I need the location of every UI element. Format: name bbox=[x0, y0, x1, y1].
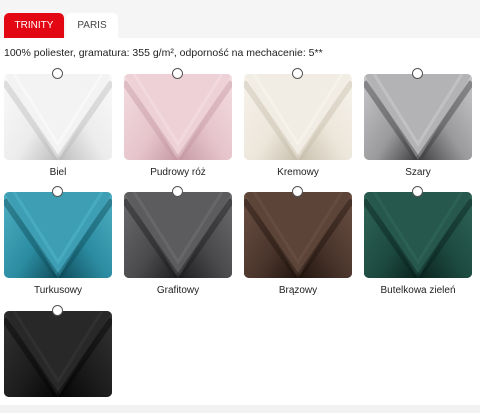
fabric-label: Brązowy bbox=[278, 285, 318, 296]
fabric-radio[interactable] bbox=[52, 305, 63, 316]
fabric-label: Turkusowy bbox=[34, 285, 82, 296]
fabric-label: Kremowy bbox=[277, 167, 319, 178]
fabric-radio[interactable] bbox=[52, 68, 63, 79]
fabric-label: Grafitowy bbox=[156, 285, 200, 296]
fabric-radio[interactable] bbox=[412, 186, 423, 197]
fabric-swatch[interactable] bbox=[364, 74, 472, 160]
fabric-swatch[interactable] bbox=[4, 74, 112, 160]
fabric-description: 100% poliester, gramatura: 355 g/m², odp… bbox=[4, 47, 323, 59]
fabric-swatch[interactable] bbox=[4, 311, 112, 397]
bottom-divider bbox=[0, 405, 480, 413]
fabric-swatch[interactable] bbox=[124, 74, 232, 160]
fabric-radio[interactable] bbox=[172, 186, 183, 197]
fabric-radio[interactable] bbox=[52, 186, 63, 197]
fabric-radio[interactable] bbox=[292, 68, 303, 79]
fabric-radio[interactable] bbox=[172, 68, 183, 79]
tab-bar: TRINITY PARIS bbox=[0, 0, 480, 38]
fabric-radio[interactable] bbox=[292, 186, 303, 197]
tab-paris[interactable]: PARIS bbox=[66, 13, 118, 38]
fabric-label: Szary bbox=[405, 167, 431, 178]
tab-trinity[interactable]: TRINITY bbox=[4, 13, 64, 38]
fabric-swatch[interactable] bbox=[244, 74, 352, 160]
fabric-radio[interactable] bbox=[412, 68, 423, 79]
fabric-label: Pudrowy róż bbox=[150, 167, 206, 178]
fabric-label: Biel bbox=[49, 167, 67, 178]
fabric-label: Butelkowa zieleń bbox=[380, 285, 456, 296]
fabric-swatch[interactable] bbox=[364, 192, 472, 278]
fabric-swatch[interactable] bbox=[244, 192, 352, 278]
fabric-swatch[interactable] bbox=[4, 192, 112, 278]
fabric-swatch[interactable] bbox=[124, 192, 232, 278]
